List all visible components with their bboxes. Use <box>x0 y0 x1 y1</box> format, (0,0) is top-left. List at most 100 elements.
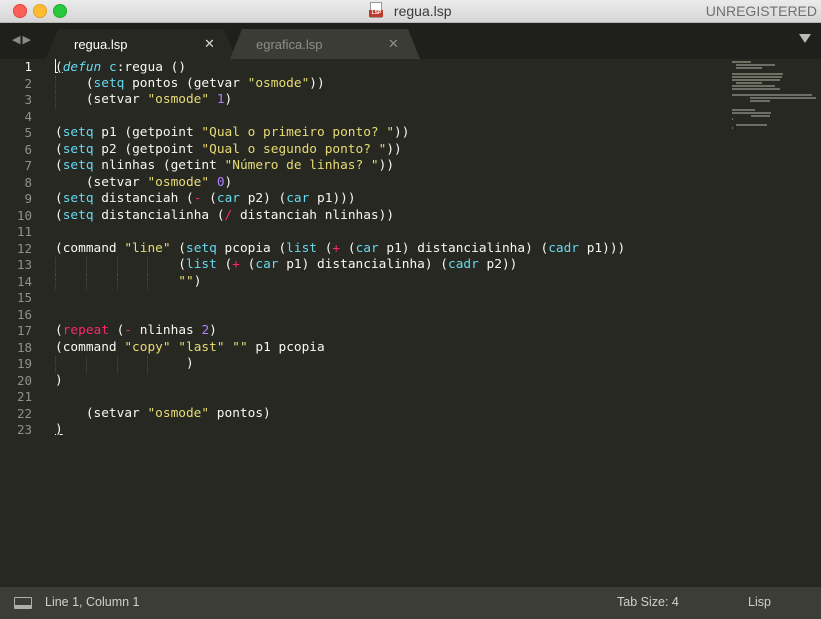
code-area[interactable]: (defun c:regua () (setq pontos (getvar "… <box>55 59 625 439</box>
code-token: "" <box>232 339 248 355</box>
close-tab-icon[interactable]: ✕ <box>204 36 215 52</box>
code-token: "osmode" <box>147 174 210 190</box>
tab-egrafica[interactable]: egrafica.lsp ✕ <box>230 29 420 59</box>
line-number: 2 <box>24 75 32 91</box>
code-line: (command "line" (setq pcopia (list (+ (c… <box>55 241 625 258</box>
indent-guide <box>147 257 149 274</box>
lisp-file-icon: LSP <box>369 1 384 18</box>
code-token: ( <box>239 257 256 272</box>
code-token: defun <box>62 60 102 75</box>
line-number-gutter: 1 2 3 4 5 6 7 8 9 10 11 12 13 14 15 16 17 18 19 20 21 22 23 <box>0 59 40 439</box>
line-number: 11 <box>16 224 32 239</box>
code-token: setq <box>62 207 94 223</box>
line-number: 16 <box>16 306 32 322</box>
tab-list-dropdown-icon[interactable] <box>799 34 811 43</box>
code-token: 1 <box>216 92 225 107</box>
code-line: ) <box>55 422 625 439</box>
code-token: p2)) <box>478 257 518 272</box>
minimap-line <box>732 85 775 87</box>
code-token: setq <box>62 158 94 173</box>
code-token: )) <box>309 75 325 91</box>
code-token: ( <box>340 240 356 256</box>
minimap-line <box>732 127 734 129</box>
code-token: setq <box>186 240 217 256</box>
code-token: car <box>286 191 310 206</box>
code-token: car <box>255 257 279 272</box>
code-line: (setvar "osmode" 0) <box>55 175 625 192</box>
indent-guide <box>55 257 56 274</box>
line-number: 4 <box>24 108 32 124</box>
tab-navigation: ◀▶ <box>12 33 33 46</box>
code-token: p1) distancialinha) ( <box>278 257 448 272</box>
tab-size-selector[interactable]: Tab Size: 4 <box>617 595 679 609</box>
code-token: ( <box>216 257 233 272</box>
minimap-line <box>736 67 762 69</box>
code-token: ( <box>55 323 63 338</box>
code-token: ( <box>55 191 63 206</box>
minimap-line <box>732 94 812 96</box>
status-bar: Line 1, Column 1 Tab Size: 4 Lisp <box>0 587 821 619</box>
code-line: (list (+ (car p1) distancialinha) (cadr … <box>55 257 625 274</box>
code-editor[interactable]: 1 2 3 4 5 6 7 8 9 10 11 12 13 14 15 16 17 18 19 20 21 22 23 (d… <box>0 59 821 587</box>
syntax-selector[interactable]: Lisp <box>748 595 771 609</box>
minimap[interactable] <box>732 61 816 130</box>
minimap-line <box>736 124 768 126</box>
code-token: pontos) <box>209 405 271 421</box>
indent-guide <box>55 356 56 373</box>
code-line: ) <box>55 373 625 390</box>
minimap-line <box>732 118 734 120</box>
line-number: 12 <box>16 240 32 256</box>
code-token: p2 (getpoint <box>93 141 202 157</box>
code-token: ) <box>55 372 63 388</box>
minimap-line <box>732 109 756 111</box>
license-status: UNREGISTERED <box>705 3 817 19</box>
code-token: ) <box>55 422 63 437</box>
back-arrow-icon[interactable]: ◀ <box>12 34 22 46</box>
code-token: cadr <box>448 257 479 272</box>
panel-toggle-icon[interactable] <box>14 597 32 609</box>
line-number: 10 <box>16 207 32 223</box>
file-badge: LSP <box>369 9 384 17</box>
code-token: ( <box>108 323 125 338</box>
code-token: (command <box>55 240 125 256</box>
code-token: (setvar <box>55 405 148 421</box>
code-token: )) <box>378 158 395 173</box>
minimap-line <box>732 61 751 63</box>
editor-window: LSP regua.lsp UNREGISTERED ◀▶ regua.lsp … <box>0 0 821 619</box>
minimap-line <box>736 64 775 66</box>
code-token: p1))) <box>309 191 356 206</box>
code-token: (command <box>55 339 125 355</box>
code-line: (setq p2 (getpoint "Qual o segundo ponto… <box>55 142 625 159</box>
code-line: (setq distancialinha (/ distanciah nlinh… <box>55 208 625 225</box>
code-token: ) <box>224 92 233 107</box>
indent-guide <box>85 356 87 373</box>
line-number: 15 <box>16 290 32 305</box>
code-token: list <box>286 240 317 256</box>
code-token: ( <box>55 60 63 75</box>
code-token: car <box>216 191 240 206</box>
code-token: "osmode" <box>247 75 310 91</box>
minimap-line <box>732 76 782 78</box>
code-token: (setvar <box>55 174 148 190</box>
indent-guide <box>116 356 118 373</box>
code-line: ) <box>55 356 625 373</box>
line-number: 3 <box>24 92 32 107</box>
line-number: 21 <box>16 389 32 404</box>
forward-arrow-icon[interactable]: ▶ <box>22 34 32 46</box>
line-number: 5 <box>24 125 32 140</box>
minimap-line <box>732 88 781 90</box>
close-tab-icon[interactable]: ✕ <box>388 36 399 52</box>
minimap-line <box>749 97 816 99</box>
code-token: p1))) <box>579 240 626 256</box>
minimap-line <box>732 73 783 75</box>
tab-regua[interactable]: regua.lsp ✕ <box>46 29 236 59</box>
minimap-line <box>749 100 771 102</box>
indent-guide <box>55 75 56 92</box>
code-token: setq <box>62 125 94 140</box>
code-token: ( <box>55 75 94 91</box>
tab-label: regua.lsp <box>74 37 128 52</box>
